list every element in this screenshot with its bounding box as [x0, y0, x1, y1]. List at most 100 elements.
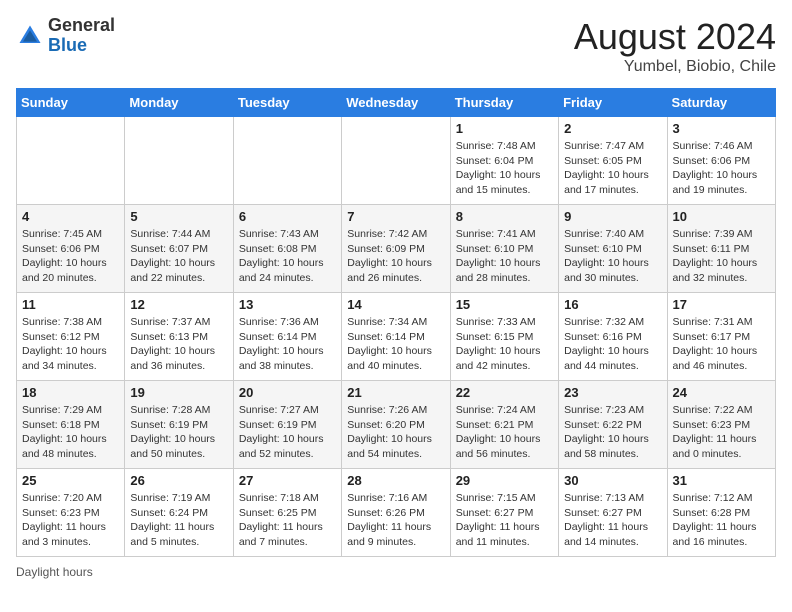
- day-info: Sunrise: 7:42 AM Sunset: 6:09 PM Dayligh…: [347, 227, 444, 286]
- calendar-day-cell: 8Sunrise: 7:41 AM Sunset: 6:10 PM Daylig…: [450, 205, 558, 293]
- day-info: Sunrise: 7:24 AM Sunset: 6:21 PM Dayligh…: [456, 403, 553, 462]
- day-of-week-header: Wednesday: [342, 89, 450, 117]
- day-number: 22: [456, 385, 553, 400]
- day-info: Sunrise: 7:40 AM Sunset: 6:10 PM Dayligh…: [564, 227, 661, 286]
- day-info: Sunrise: 7:46 AM Sunset: 6:06 PM Dayligh…: [673, 139, 770, 198]
- day-number: 2: [564, 121, 661, 136]
- day-info: Sunrise: 7:43 AM Sunset: 6:08 PM Dayligh…: [239, 227, 336, 286]
- logo-general: General: [48, 15, 115, 35]
- day-of-week-header: Monday: [125, 89, 233, 117]
- day-info: Sunrise: 7:28 AM Sunset: 6:19 PM Dayligh…: [130, 403, 227, 462]
- day-info: Sunrise: 7:36 AM Sunset: 6:14 PM Dayligh…: [239, 315, 336, 374]
- calendar-day-cell: 19Sunrise: 7:28 AM Sunset: 6:19 PM Dayli…: [125, 381, 233, 469]
- day-number: 5: [130, 209, 227, 224]
- calendar-body: 1Sunrise: 7:48 AM Sunset: 6:04 PM Daylig…: [17, 117, 776, 557]
- title-block: August 2024 Yumbel, Biobio, Chile: [574, 16, 776, 76]
- day-number: 15: [456, 297, 553, 312]
- calendar-day-cell: 20Sunrise: 7:27 AM Sunset: 6:19 PM Dayli…: [233, 381, 341, 469]
- calendar-day-cell: 4 Sunrise: 7:45 AM Sunset: 6:06 PM Daylig…: [17, 205, 125, 293]
- logo: General Blue: [16, 16, 115, 56]
- day-number: 17: [673, 297, 770, 312]
- day-info: Sunrise: 7:29 AM Sunset: 6:18 PM Dayligh…: [22, 403, 119, 462]
- day-of-week-header: Thursday: [450, 89, 558, 117]
- logo-blue: Blue: [48, 35, 87, 55]
- header-row: SundayMondayTuesdayWednesdayThursdayFrid…: [17, 89, 776, 117]
- calendar-day-cell: 6Sunrise: 7:43 AM Sunset: 6:08 PM Daylig…: [233, 205, 341, 293]
- day-info: Sunrise: 7:45 AM Sunset: 6:06 PM Dayligh…: [22, 227, 119, 286]
- day-info: Sunrise: 7:15 AM Sunset: 6:27 PM Dayligh…: [456, 491, 553, 550]
- calendar-day-cell: 31 Sunrise: 7:12 AM Sunset: 6:28 PM Dayli…: [667, 469, 775, 557]
- calendar-day-cell: 1Sunrise: 7:48 AM Sunset: 6:04 PM Daylig…: [450, 117, 558, 205]
- calendar-day-cell: [17, 117, 125, 205]
- logo-text: General Blue: [48, 16, 115, 56]
- calendar-day-cell: 18 Sunrise: 7:29 AM Sunset: 6:18 PM Dayli…: [17, 381, 125, 469]
- calendar-week-row: 18 Sunrise: 7:29 AM Sunset: 6:18 PM Dayli…: [17, 381, 776, 469]
- day-info: Sunrise: 7:23 AM Sunset: 6:22 PM Dayligh…: [564, 403, 661, 462]
- day-info: Sunrise: 7:39 AM Sunset: 6:11 PM Dayligh…: [673, 227, 770, 286]
- day-info: Sunrise: 7:19 AM Sunset: 6:24 PM Dayligh…: [130, 491, 227, 550]
- calendar-day-cell: 23 Sunrise: 7:23 AM Sunset: 6:22 PM Dayli…: [559, 381, 667, 469]
- calendar-week-row: 25 Sunrise: 7:20 AM Sunset: 6:23 PM Dayli…: [17, 469, 776, 557]
- calendar-day-cell: [125, 117, 233, 205]
- day-info: Sunrise: 7:12 AM Sunset: 6:28 PM Dayligh…: [673, 491, 770, 550]
- calendar-day-cell: 16Sunrise: 7:32 AM Sunset: 6:16 PM Dayli…: [559, 293, 667, 381]
- day-number: 11: [22, 297, 119, 312]
- day-of-week-header: Saturday: [667, 89, 775, 117]
- calendar-header: SundayMondayTuesdayWednesdayThursdayFrid…: [17, 89, 776, 117]
- day-number: 26: [130, 473, 227, 488]
- calendar-day-cell: 30 Sunrise: 7:13 AM Sunset: 6:27 PM Dayli…: [559, 469, 667, 557]
- day-number: 4: [22, 209, 119, 224]
- calendar-day-cell: [342, 117, 450, 205]
- daylight-label: Daylight hours: [16, 565, 93, 579]
- calendar-day-cell: 12Sunrise: 7:37 AM Sunset: 6:13 PM Dayli…: [125, 293, 233, 381]
- day-number: 25: [22, 473, 119, 488]
- day-number: 31: [673, 473, 770, 488]
- day-info: Sunrise: 7:20 AM Sunset: 6:23 PM Dayligh…: [22, 491, 119, 550]
- calendar-day-cell: 15 Sunrise: 7:33 AM Sunset: 6:15 PM Dayli…: [450, 293, 558, 381]
- day-number: 23: [564, 385, 661, 400]
- day-info: Sunrise: 7:33 AM Sunset: 6:15 PM Dayligh…: [456, 315, 553, 374]
- calendar-day-cell: 7 Sunrise: 7:42 AM Sunset: 6:09 PM Daylig…: [342, 205, 450, 293]
- calendar-day-cell: 11Sunrise: 7:38 AM Sunset: 6:12 PM Dayli…: [17, 293, 125, 381]
- day-number: 20: [239, 385, 336, 400]
- day-number: 9: [564, 209, 661, 224]
- calendar-day-cell: 17 Sunrise: 7:31 AM Sunset: 6:17 PM Dayli…: [667, 293, 775, 381]
- day-number: 18: [22, 385, 119, 400]
- day-of-week-header: Sunday: [17, 89, 125, 117]
- calendar-day-cell: 3Sunrise: 7:46 AM Sunset: 6:06 PM Daylig…: [667, 117, 775, 205]
- day-info: Sunrise: 7:22 AM Sunset: 6:23 PM Dayligh…: [673, 403, 770, 462]
- location: Yumbel, Biobio, Chile: [574, 58, 776, 76]
- calendar-day-cell: 10Sunrise: 7:39 AM Sunset: 6:11 PM Dayli…: [667, 205, 775, 293]
- day-number: 27: [239, 473, 336, 488]
- calendar-day-cell: 2Sunrise: 7:47 AM Sunset: 6:05 PM Daylig…: [559, 117, 667, 205]
- day-number: 12: [130, 297, 227, 312]
- day-number: 14: [347, 297, 444, 312]
- day-number: 30: [564, 473, 661, 488]
- day-info: Sunrise: 7:34 AM Sunset: 6:14 PM Dayligh…: [347, 315, 444, 374]
- day-info: Sunrise: 7:48 AM Sunset: 6:04 PM Dayligh…: [456, 139, 553, 198]
- day-info: Sunrise: 7:26 AM Sunset: 6:20 PM Dayligh…: [347, 403, 444, 462]
- calendar-table: SundayMondayTuesdayWednesdayThursdayFrid…: [16, 88, 776, 557]
- calendar-day-cell: 24Sunrise: 7:22 AM Sunset: 6:23 PM Dayli…: [667, 381, 775, 469]
- day-number: 13: [239, 297, 336, 312]
- calendar-day-cell: 9 Sunrise: 7:40 AM Sunset: 6:10 PM Daylig…: [559, 205, 667, 293]
- calendar-day-cell: 14 Sunrise: 7:34 AM Sunset: 6:14 PM Dayli…: [342, 293, 450, 381]
- day-number: 21: [347, 385, 444, 400]
- calendar-footer: Daylight hours: [16, 565, 776, 579]
- calendar-day-cell: 5Sunrise: 7:44 AM Sunset: 6:07 PM Daylig…: [125, 205, 233, 293]
- day-number: 29: [456, 473, 553, 488]
- day-info: Sunrise: 7:31 AM Sunset: 6:17 PM Dayligh…: [673, 315, 770, 374]
- calendar-week-row: 4 Sunrise: 7:45 AM Sunset: 6:06 PM Daylig…: [17, 205, 776, 293]
- day-number: 7: [347, 209, 444, 224]
- day-info: Sunrise: 7:13 AM Sunset: 6:27 PM Dayligh…: [564, 491, 661, 550]
- day-info: Sunrise: 7:16 AM Sunset: 6:26 PM Dayligh…: [347, 491, 444, 550]
- calendar-day-cell: 29 Sunrise: 7:15 AM Sunset: 6:27 PM Dayli…: [450, 469, 558, 557]
- day-number: 8: [456, 209, 553, 224]
- calendar-day-cell: 27 Sunrise: 7:18 AM Sunset: 6:25 PM Dayli…: [233, 469, 341, 557]
- day-of-week-header: Friday: [559, 89, 667, 117]
- calendar-day-cell: 22 Sunrise: 7:24 AM Sunset: 6:21 PM Dayli…: [450, 381, 558, 469]
- day-info: Sunrise: 7:18 AM Sunset: 6:25 PM Dayligh…: [239, 491, 336, 550]
- calendar-day-cell: 13 Sunrise: 7:36 AM Sunset: 6:14 PM Dayli…: [233, 293, 341, 381]
- calendar-day-cell: 25 Sunrise: 7:20 AM Sunset: 6:23 PM Dayli…: [17, 469, 125, 557]
- calendar-day-cell: [233, 117, 341, 205]
